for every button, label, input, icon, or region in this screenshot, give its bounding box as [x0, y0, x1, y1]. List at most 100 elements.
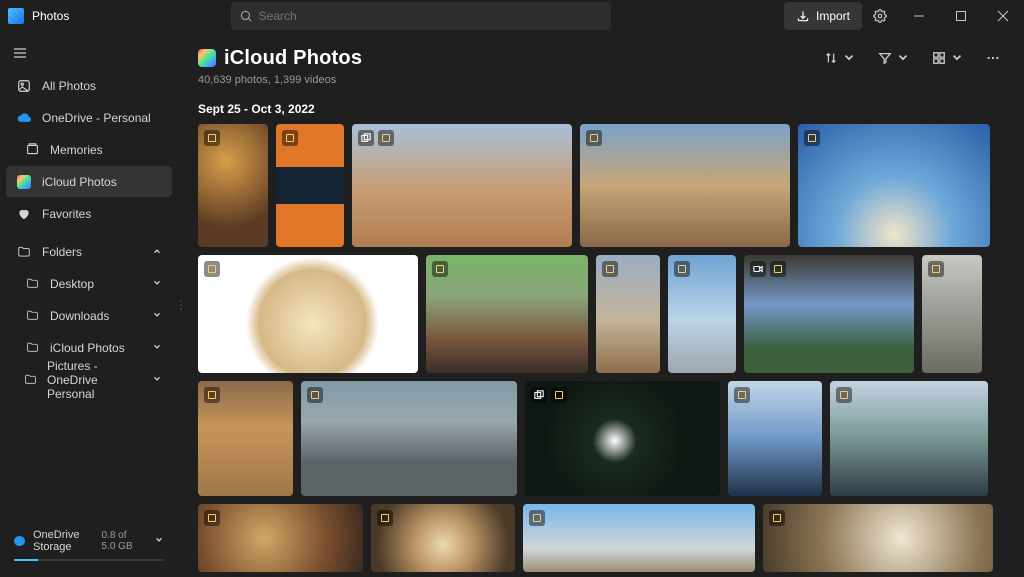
folder-icon	[24, 276, 40, 292]
photo-tile[interactable]	[198, 124, 268, 247]
search-icon	[239, 9, 253, 23]
hamburger-button[interactable]	[0, 36, 40, 70]
sync-badge-icon	[804, 130, 820, 146]
folder-desktop[interactable]: Desktop	[6, 268, 172, 299]
import-button[interactable]: Import	[784, 2, 862, 30]
photo-tile[interactable]	[301, 381, 517, 496]
nav-label: OneDrive - Personal	[42, 111, 151, 125]
photo-tile[interactable]	[922, 255, 982, 373]
folder-icon	[16, 244, 32, 260]
chevron-down-icon	[154, 535, 164, 548]
nav-memories[interactable]: Memories	[6, 134, 172, 165]
sync-badge-icon	[551, 387, 567, 403]
icloud-app-icon	[198, 49, 216, 67]
photo-tile[interactable]	[352, 124, 572, 247]
video-badge-icon	[750, 261, 766, 277]
photo-tile[interactable]	[371, 504, 515, 572]
date-group-heading: Sept 25 - Oct 3, 2022	[198, 102, 1004, 116]
photo-tile[interactable]	[798, 124, 990, 247]
onedrive-cloud-icon	[14, 536, 25, 546]
photo-tile[interactable]	[580, 124, 790, 247]
settings-button[interactable]	[862, 0, 898, 32]
chevron-down-icon	[152, 373, 162, 387]
chevron-down-icon	[896, 51, 910, 65]
photo-tile[interactable]	[523, 504, 755, 572]
folder-icon	[24, 340, 40, 356]
nav-label: Memories	[50, 143, 103, 157]
sync-badge-icon	[770, 261, 786, 277]
search-box[interactable]	[231, 2, 611, 30]
close-icon	[997, 10, 1009, 22]
chevron-down-icon	[152, 277, 162, 291]
heart-icon	[16, 206, 32, 222]
sync-badge-icon	[769, 510, 785, 526]
minimize-button[interactable]	[898, 0, 940, 32]
photo-grid[interactable]	[198, 124, 1004, 577]
photo-tile[interactable]	[763, 504, 993, 572]
view-button[interactable]	[928, 44, 968, 72]
import-label: Import	[816, 9, 850, 23]
sync-badge-icon	[836, 387, 852, 403]
main-content: iCloud Photos 40,639 photos	[184, 32, 1024, 577]
nav-icloud-photos[interactable]: iCloud Photos	[6, 166, 172, 197]
storage-panel[interactable]: OneDrive Storage 0.8 of 5.0 GB	[0, 519, 178, 577]
sync-badge-icon	[602, 261, 618, 277]
nav-onedrive[interactable]: OneDrive - Personal	[6, 102, 172, 133]
memories-icon	[24, 142, 40, 158]
maximize-icon	[955, 10, 967, 22]
sync-badge-icon	[204, 510, 220, 526]
chevron-down-icon	[842, 51, 856, 65]
sync-badge-icon	[529, 510, 545, 526]
folder-pictures-onedrive[interactable]: Pictures - OneDrive Personal	[6, 364, 172, 395]
nav-label: All Photos	[42, 79, 96, 93]
folder-label: iCloud Photos	[50, 341, 125, 355]
photo-tile[interactable]	[668, 255, 736, 373]
search-input[interactable]	[259, 9, 603, 23]
nav-label: iCloud Photos	[42, 175, 117, 189]
sync-badge-icon	[307, 387, 323, 403]
sidebar: All Photos OneDrive - Personal Memories …	[0, 32, 178, 577]
hamburger-icon	[12, 45, 28, 61]
sync-badge-icon	[674, 261, 690, 277]
filter-button[interactable]	[874, 44, 914, 72]
photo-tile[interactable]	[596, 255, 660, 373]
sort-button[interactable]	[820, 44, 860, 72]
nav-favorites[interactable]: Favorites	[6, 198, 172, 229]
nav-all-photos[interactable]: All Photos	[6, 70, 172, 101]
sync-badge-icon	[432, 261, 448, 277]
maximize-button[interactable]	[940, 0, 982, 32]
folder-downloads[interactable]: Downloads	[6, 300, 172, 331]
more-button[interactable]	[982, 44, 1004, 72]
close-button[interactable]	[982, 0, 1024, 32]
storage-label: OneDrive Storage	[33, 529, 94, 553]
photo-tile[interactable]	[830, 381, 988, 496]
page-title: iCloud Photos	[224, 47, 362, 70]
photo-tile[interactable]	[276, 124, 344, 247]
nav-folders-header[interactable]: Folders	[6, 236, 172, 267]
sync-badge-icon	[586, 130, 602, 146]
sync-badge-icon	[734, 387, 750, 403]
import-icon	[796, 9, 810, 23]
sync-badge-icon	[378, 130, 394, 146]
photo-tile[interactable]	[198, 504, 363, 572]
burst-badge-icon	[531, 387, 547, 403]
folder-label: Pictures - OneDrive Personal	[47, 359, 142, 401]
gallery-icon	[16, 78, 32, 94]
sync-badge-icon	[282, 130, 298, 146]
photo-tile[interactable]	[525, 381, 720, 496]
photo-tile[interactable]	[728, 381, 822, 496]
storage-bar	[14, 559, 164, 561]
folder-icon	[24, 308, 40, 324]
photo-tile[interactable]	[744, 255, 914, 373]
app-icon	[8, 8, 24, 24]
chevron-down-icon	[152, 309, 162, 323]
photo-tile[interactable]	[426, 255, 588, 373]
photo-tile[interactable]	[198, 255, 418, 373]
icloud-icon	[16, 174, 32, 190]
sync-badge-icon	[377, 510, 393, 526]
folder-label: Desktop	[50, 277, 94, 291]
photo-tile[interactable]	[198, 381, 293, 496]
storage-usage-text: 0.8 of 5.0 GB	[102, 530, 143, 552]
photo-count-text: 40,639 photos, 1,399 videos	[198, 74, 1004, 86]
sort-icon	[824, 51, 838, 65]
